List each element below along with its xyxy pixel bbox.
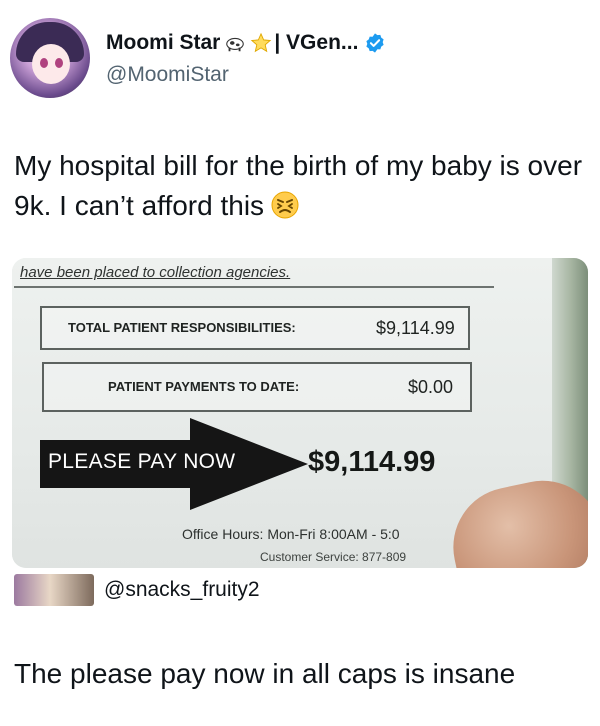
collection-notice-text: have been placed to collection agencies. <box>20 264 291 281</box>
author-handle[interactable]: @MoomiStar <box>106 63 229 87</box>
patient-payments-box: PATIENT PAYMENTS TO DATE: $0.00 <box>42 362 472 412</box>
total-responsibilities-label: TOTAL PATIENT RESPONSIBILITIES: <box>68 320 296 335</box>
author-display-name[interactable]: Moomi Star <box>106 31 220 55</box>
author-avatar[interactable] <box>10 18 90 98</box>
total-responsibilities-value: $9,114.99 <box>376 318 455 338</box>
author-name-row[interactable]: Moomi Star | VGen... <box>106 30 386 56</box>
avatar-eye-left <box>40 58 48 68</box>
office-hours: Office Hours: Mon-Fri 8:00AM - 5:0 <box>182 526 400 542</box>
reply-avatar[interactable] <box>14 574 94 606</box>
customer-service: Customer Service: 877-809 <box>260 550 407 564</box>
avatar-face <box>32 44 70 84</box>
reply-handle[interactable]: @snacks_fruity2 <box>104 578 260 602</box>
star-emoji-icon <box>251 32 272 53</box>
please-pay-now-text: PLEASE PAY NOW <box>48 450 236 473</box>
patient-payments-value: $0.00 <box>408 377 454 397</box>
avatar-eye-right <box>55 58 63 68</box>
tweet-text: My hospital bill for the birth of my bab… <box>14 146 584 226</box>
author-name-suffix: | VGen... <box>274 31 359 54</box>
amount-due: $9,114.99 <box>308 446 436 478</box>
reply-text: The please pay now in all caps is insane <box>14 658 516 689</box>
hospital-bill-photo[interactable]: have been placed to collection agencies.… <box>12 258 588 568</box>
cow-emoji-icon <box>226 37 245 52</box>
verified-badge-icon <box>366 33 385 53</box>
angry-face-emoji-icon <box>271 191 299 219</box>
total-responsibilities-box: TOTAL PATIENT RESPONSIBILITIES: $9,114.9… <box>40 306 470 350</box>
patient-payments-label: PATIENT PAYMENTS TO DATE: <box>108 379 300 394</box>
